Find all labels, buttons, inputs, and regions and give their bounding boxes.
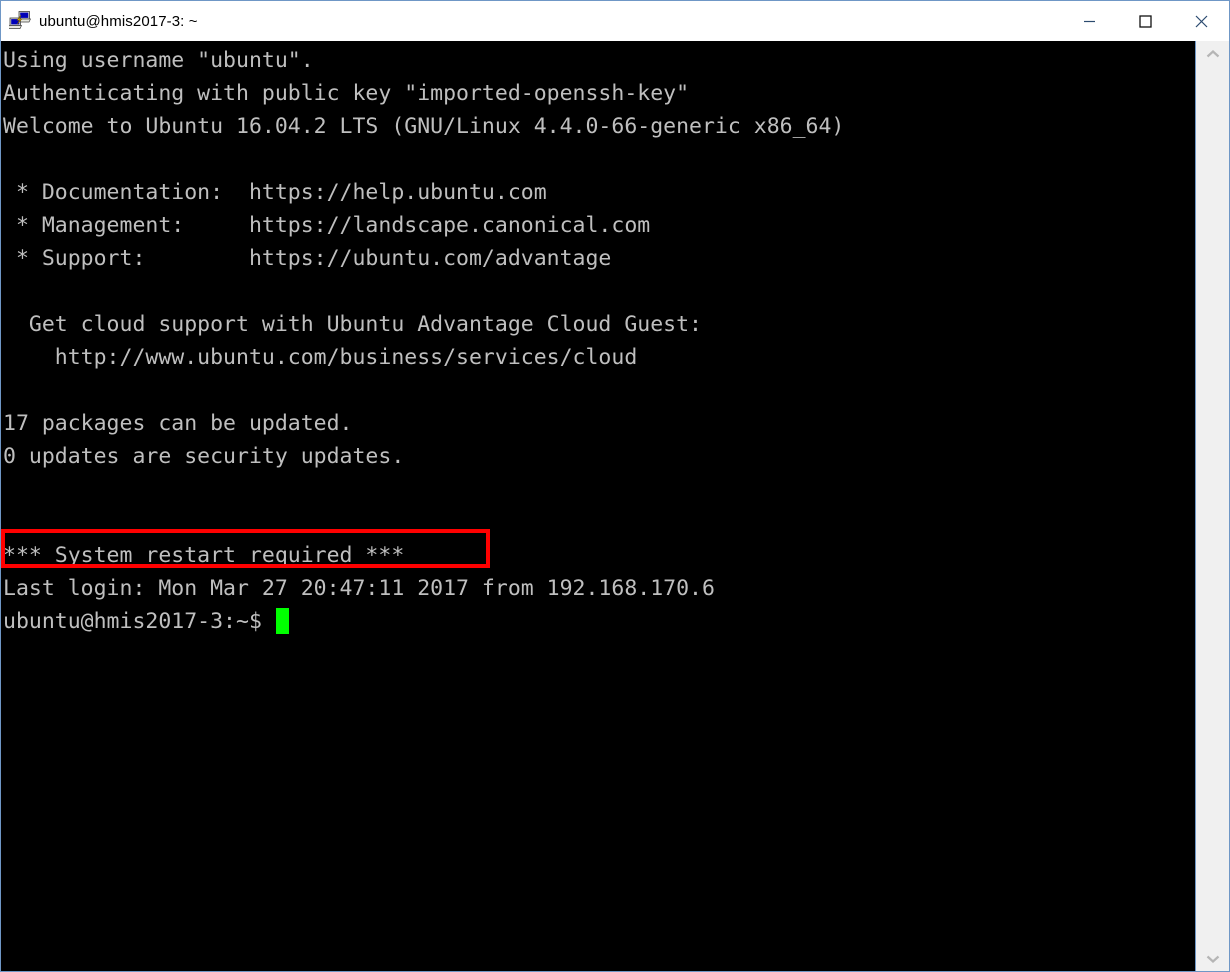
terminal-line: Welcome to Ubuntu 16.04.2 LTS (GNU/Linux… — [3, 114, 845, 139]
terminal-prompt-line: ubuntu@hmis2017-3:~$ — [1, 605, 1195, 638]
close-button[interactable] — [1173, 1, 1229, 41]
putty-computers-icon — [7, 10, 32, 32]
terminal-line: Authenticating with public key "imported… — [3, 81, 690, 106]
terminal-line: http://www.ubuntu.com/business/services/… — [3, 345, 638, 370]
terminal-line-restart-required: *** System restart required *** — [3, 543, 405, 568]
terminal-screen[interactable]: Using username "ubuntu". Authenticating … — [1, 41, 1195, 971]
title-bar[interactable]: ubuntu@hmis2017-3: ~ — [1, 1, 1229, 41]
scrollbar-track[interactable] — [1196, 67, 1229, 945]
chevron-down-icon — [1206, 955, 1219, 963]
scroll-down-button[interactable] — [1196, 945, 1229, 971]
vertical-scrollbar[interactable] — [1195, 41, 1229, 971]
terminal-line: Get cloud support with Ubuntu Advantage … — [3, 312, 702, 337]
chevron-up-icon — [1206, 49, 1219, 57]
terminal-line: * Support: https://ubuntu.com/advantage — [3, 246, 612, 271]
terminal-line: * Management: https://landscape.canonica… — [3, 213, 651, 238]
window-controls — [1061, 1, 1229, 41]
window-title: ubuntu@hmis2017-3: ~ — [39, 12, 198, 30]
terminal-line-last-login: Last login: Mon Mar 27 20:47:11 2017 fro… — [3, 576, 715, 601]
terminal-line: 0 updates are security updates. — [3, 444, 405, 469]
cursor-block — [275, 608, 289, 634]
minimize-icon — [1083, 20, 1095, 22]
maximize-button[interactable] — [1117, 1, 1173, 41]
terminal-text-area: Using username "ubuntu". Authenticating … — [1, 44, 1195, 971]
shell-prompt: ubuntu@hmis2017-3:~$ — [3, 609, 275, 634]
putty-window: ubuntu@hmis2017-3: ~ Using username "ubu… — [0, 0, 1230, 972]
terminal-line: Using username "ubuntu". — [3, 48, 314, 73]
close-icon — [1195, 15, 1207, 27]
minimize-button[interactable] — [1061, 1, 1117, 41]
terminal-line: * Documentation: https://help.ubuntu.com — [3, 180, 547, 205]
scroll-up-button[interactable] — [1196, 41, 1229, 67]
window-body: Using username "ubuntu". Authenticating … — [1, 41, 1229, 971]
scrollbar-thumb[interactable] — [1196, 67, 1229, 945]
terminal-line: 17 packages can be updated. — [3, 411, 353, 436]
maximize-icon — [1138, 14, 1152, 28]
